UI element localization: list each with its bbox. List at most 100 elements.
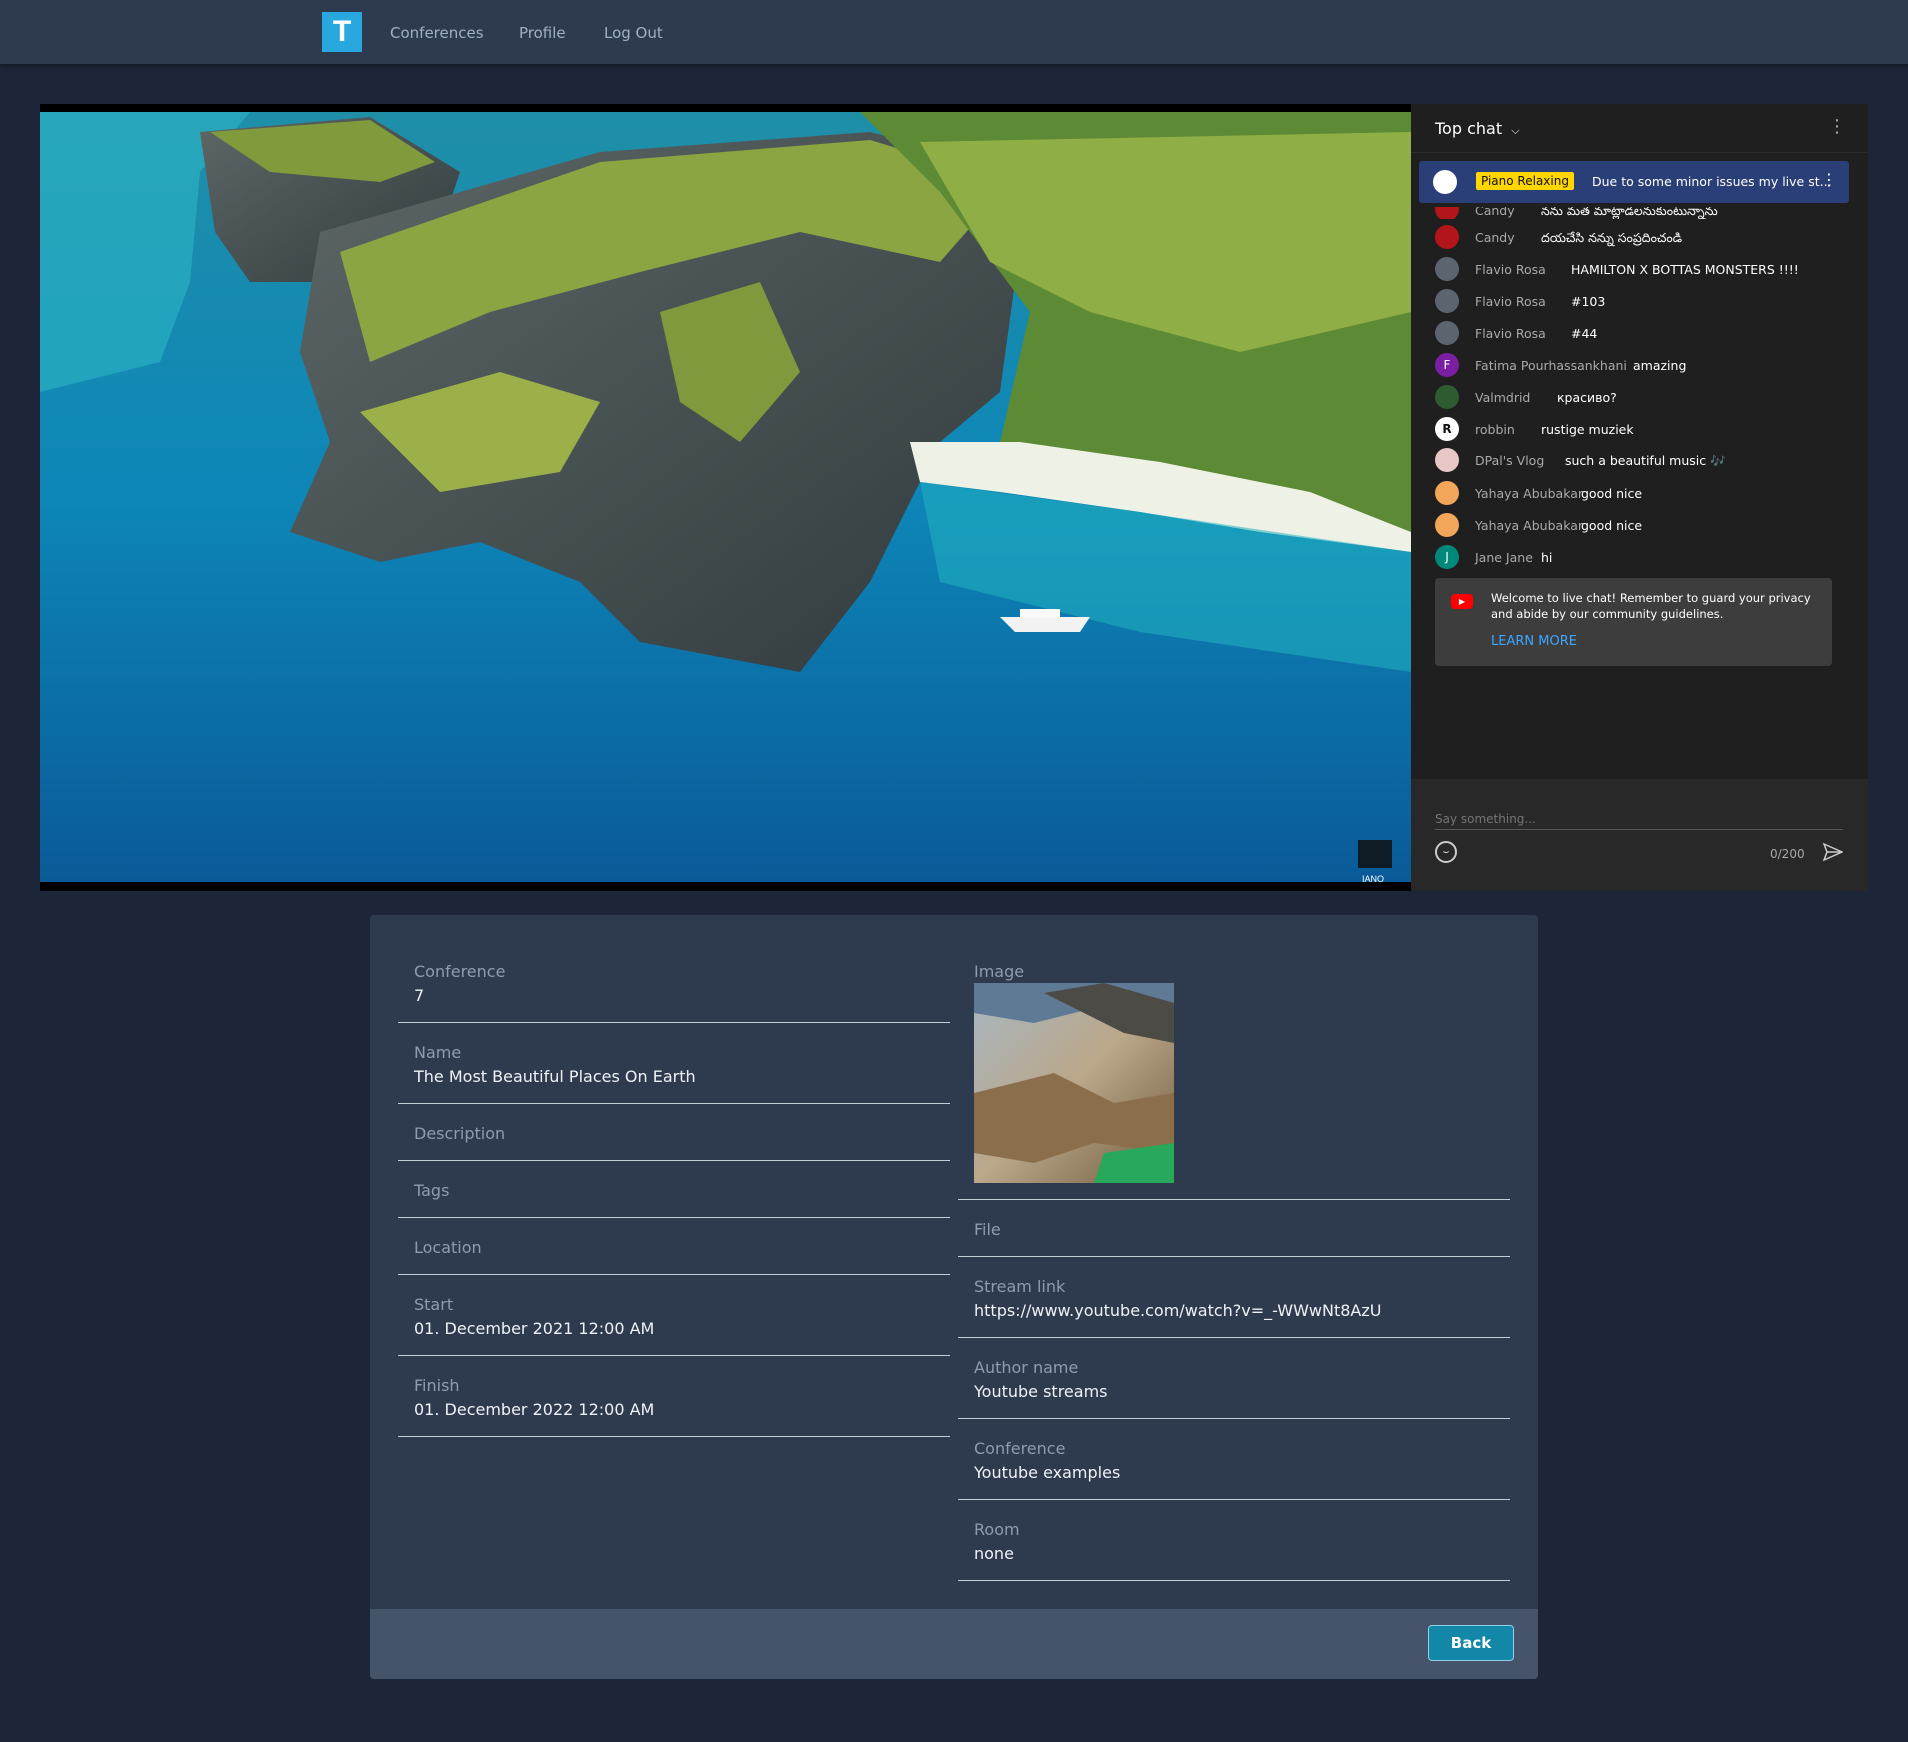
chat-message: F Fatima Pourhassankhani amazing — [1435, 353, 1855, 377]
char-counter: 0/200 — [1770, 847, 1805, 861]
chat-welcome-banner: ▶ Welcome to live chat! Remember to guar… — [1435, 578, 1832, 666]
field-location: Location — [398, 1218, 950, 1275]
field-name: Name The Most Beautiful Places On Earth — [398, 1023, 950, 1104]
nav-link-conferences[interactable]: Conferences — [390, 24, 484, 42]
chat-text: #103 — [1571, 294, 1606, 309]
learn-more-link[interactable]: LEARN MORE — [1491, 634, 1577, 649]
chat-message: DPal's Vlog such a beautiful music 🎶 — [1435, 448, 1855, 472]
emoji-icon[interactable]: ⌣ — [1435, 841, 1457, 863]
back-button[interactable]: Back — [1428, 1625, 1514, 1661]
chat-avatar — [1435, 257, 1459, 281]
chat-author: Candy — [1475, 230, 1515, 245]
chat-text: such a beautiful music 🎶 — [1565, 453, 1726, 468]
conference-thumbnail — [974, 983, 1174, 1183]
field-file: File — [958, 1200, 1510, 1257]
field-label: Image — [974, 962, 1025, 981]
pinned-avatar — [1433, 170, 1457, 194]
chat-text: #44 — [1571, 326, 1598, 341]
chat-text: HAMILTON X BOTTAS MONSTERS !!!! — [1571, 262, 1799, 277]
chat-avatar — [1435, 481, 1459, 505]
chat-author: Fatima Pourhassankhani — [1475, 358, 1627, 373]
chat-author: Flavio Rosa — [1475, 262, 1546, 277]
chat-avatar — [1435, 448, 1459, 472]
nav-link-logout[interactable]: Log Out — [604, 24, 663, 42]
field-value: Youtube streams — [974, 1382, 1108, 1401]
field-label: Conference — [414, 962, 506, 981]
field-label: File — [974, 1220, 1001, 1239]
field-label: Name — [414, 1043, 462, 1062]
live-chat-panel: Top chat ⌵ ⋮ Piano Relaxing Due to some … — [1411, 104, 1868, 891]
chat-avatar: J — [1435, 545, 1459, 569]
chat-message: Yahaya Abubakar good nice — [1435, 481, 1855, 505]
field-label: Tags — [414, 1181, 450, 1200]
chat-text: good nice — [1581, 486, 1643, 501]
stream-embed: IANO Top chat ⌵ ⋮ Piano Relaxing Due to … — [40, 104, 1868, 891]
field-tags: Tags — [398, 1161, 950, 1218]
field-description: Description — [398, 1104, 950, 1161]
chat-author: Yahaya Abubakar — [1475, 486, 1584, 501]
chat-message: Yahaya Abubakar good nice — [1435, 513, 1855, 537]
more-vert-icon[interactable]: ⋮ — [1821, 170, 1837, 189]
chat-mode-selector[interactable]: Top chat ⌵ — [1435, 119, 1520, 138]
chat-author: Flavio Rosa — [1475, 326, 1546, 341]
chat-message: Candy నను మత మాట్లాడలనుకుంటున్నాను — [1435, 207, 1855, 219]
more-vert-icon[interactable]: ⋮ — [1828, 116, 1846, 137]
chevron-down-icon: ⌵ — [1511, 124, 1520, 137]
field-finish: Finish 01. December 2022 12:00 AM — [398, 1356, 950, 1437]
field-value: none — [974, 1544, 1014, 1563]
chat-author: Flavio Rosa — [1475, 294, 1546, 309]
video-watermark: IANO — [1362, 874, 1384, 882]
chat-author: Valmdrid — [1475, 390, 1531, 405]
video-frame: IANO — [40, 112, 1411, 882]
field-label: Conference — [974, 1439, 1066, 1458]
chat-message: J Jane Jane hi — [1435, 545, 1855, 569]
field-label: Start — [414, 1295, 454, 1314]
app-logo[interactable]: T — [322, 12, 362, 52]
chat-input[interactable] — [1435, 809, 1843, 830]
chat-avatar: R — [1435, 417, 1459, 441]
field-label: Room — [974, 1520, 1020, 1539]
send-icon[interactable] — [1823, 843, 1843, 861]
chat-title: Top chat — [1435, 119, 1503, 138]
video-player[interactable]: IANO — [40, 112, 1411, 882]
field-value: 7 — [414, 986, 425, 1005]
pinned-owner-badge: Piano Relaxing — [1476, 172, 1574, 190]
pinned-message[interactable]: Piano Relaxing Due to some minor issues … — [1419, 161, 1849, 203]
chat-message: Flavio Rosa #44 — [1435, 321, 1855, 345]
chat-author: DPal's Vlog — [1475, 453, 1545, 468]
field-label: Author name — [974, 1358, 1079, 1377]
field-label: Stream link — [974, 1277, 1066, 1296]
chat-message: Valmdrid красиво? — [1435, 385, 1855, 409]
chat-text: నను మత మాట్లాడలనుకుంటున్నాను — [1541, 207, 1718, 218]
field-conference: Conference 7 — [398, 943, 950, 1023]
chat-message: Flavio Rosa HAMILTON X BOTTAS MONSTERS !… — [1435, 257, 1855, 281]
field-start: Start 01. December 2021 12:00 AM — [398, 1275, 950, 1356]
nav-link-profile[interactable]: Profile — [519, 24, 566, 42]
chat-avatar — [1435, 225, 1459, 249]
pinned-text: Due to some minor issues my live st... — [1592, 174, 1832, 189]
field-stream-link: Stream link https://www.youtube.com/watc… — [958, 1257, 1510, 1338]
field-value: Youtube examples — [974, 1463, 1121, 1482]
field-value: https://www.youtube.com/watch?v=_-WWwNt8… — [974, 1301, 1382, 1320]
conference-detail-card: Conference 7 Name The Most Beautiful Pla… — [370, 915, 1538, 1679]
chat-author: Jane Jane — [1475, 550, 1533, 565]
chat-text: hi — [1541, 550, 1553, 565]
field-value: 01. December 2021 12:00 AM — [414, 1319, 655, 1338]
chat-message: Flavio Rosa #103 — [1435, 289, 1855, 313]
chat-text: good nice — [1581, 518, 1643, 533]
chat-text: దయచేసి నన్ను సంప్రదించండి — [1541, 230, 1683, 245]
chat-avatar — [1435, 513, 1459, 537]
chat-header: Top chat ⌵ ⋮ — [1411, 104, 1868, 153]
chat-message: R robbin rustige muziek — [1435, 417, 1855, 441]
field-value: 01. December 2022 12:00 AM — [414, 1400, 655, 1419]
top-navbar: T Conferences Profile Log Out — [0, 0, 1908, 64]
chat-author: Candy — [1475, 207, 1515, 218]
chat-avatar — [1435, 289, 1459, 313]
card-footer: Back — [370, 1609, 1538, 1679]
chat-text: amazing — [1633, 358, 1687, 373]
field-image: Image — [958, 943, 1510, 1200]
field-conference-name: Conference Youtube examples — [958, 1419, 1510, 1500]
chat-author: robbin — [1475, 422, 1515, 437]
chat-avatar: F — [1435, 353, 1459, 377]
field-value: The Most Beautiful Places On Earth — [414, 1067, 696, 1086]
